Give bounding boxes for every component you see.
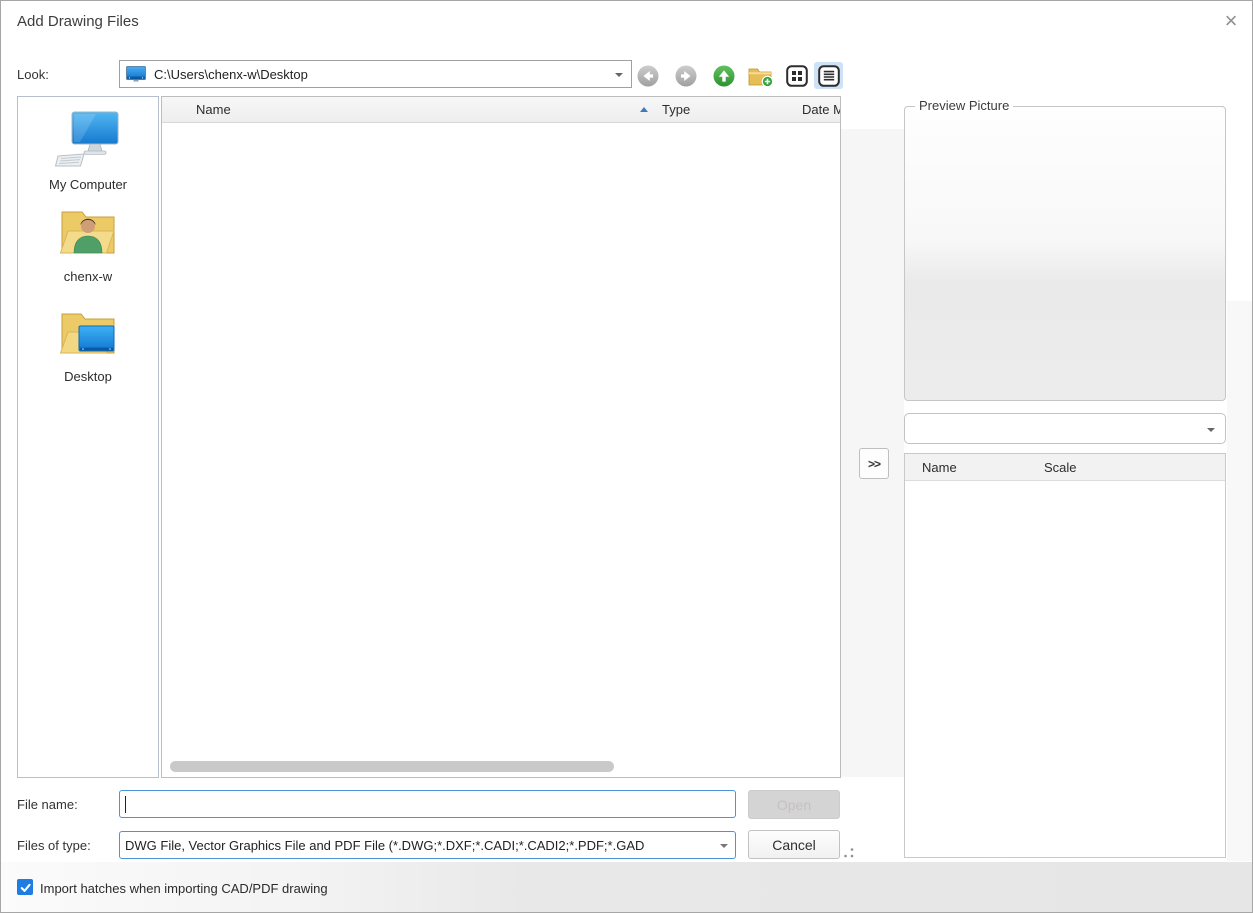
user-folder-icon: [59, 202, 117, 260]
sidebar-item-my-computer[interactable]: My Computer: [18, 110, 158, 192]
up-arrow-icon: [712, 64, 736, 88]
dropdown-arrow-icon: [1207, 428, 1215, 432]
selected-drawings-header: Name Scale: [905, 454, 1225, 481]
dialog-title: Add Drawing Files: [17, 13, 139, 30]
sidebar-item-label: My Computer: [49, 177, 127, 192]
sidebar-item-desktop[interactable]: Desktop: [18, 302, 158, 384]
close-icon[interactable]: ×: [1217, 7, 1245, 35]
list-view-icon: [817, 64, 841, 88]
list-view-button[interactable]: [814, 62, 843, 89]
forward-icon: [674, 64, 698, 88]
sidebar-item-user-folder[interactable]: chenx-w: [18, 202, 158, 284]
import-hatches-checkbox[interactable]: [17, 879, 33, 895]
files-of-type-label: Files of type:: [17, 838, 91, 853]
dropdown-arrow-icon: [720, 844, 728, 848]
dropdown-arrow-icon: [615, 73, 623, 77]
column-header-scale: Scale: [1044, 460, 1077, 475]
background-shade: [1227, 301, 1253, 861]
back-button[interactable]: [634, 62, 661, 89]
column-header-date-modified[interactable]: Date Modified: [802, 102, 841, 117]
sort-ascending-icon: [640, 107, 648, 112]
selected-drawings-list: Name Scale: [904, 453, 1226, 858]
add-drawing-files-dialog: Add Drawing Files × Look: C:\Users\chenx…: [0, 0, 1253, 913]
places-sidebar: My Computer chenx-w: [17, 96, 159, 778]
monitor-icon: [126, 66, 146, 82]
preview-picture-group: Preview Picture: [904, 106, 1226, 401]
icon-view-button[interactable]: [783, 62, 810, 89]
sidebar-item-label: Desktop: [64, 369, 112, 384]
back-icon: [636, 64, 660, 88]
import-hatches-label: Import hatches when importing CAD/PDF dr…: [40, 881, 328, 896]
column-header-type[interactable]: Type: [662, 102, 690, 117]
column-header-name[interactable]: Name: [196, 102, 231, 117]
resize-grip[interactable]: [842, 846, 855, 862]
drawing-name-combobox[interactable]: [904, 413, 1226, 444]
file-name-label: File name:: [17, 797, 78, 812]
look-label: Look:: [17, 67, 49, 82]
look-path-combobox[interactable]: C:\Users\chenx-w\Desktop: [119, 60, 632, 88]
check-icon: [19, 881, 32, 894]
cancel-button[interactable]: Cancel: [748, 830, 840, 859]
open-button[interactable]: Open: [748, 790, 840, 819]
horizontal-scrollbar-thumb[interactable]: [170, 761, 614, 772]
column-header-name: Name: [922, 460, 957, 475]
new-folder-icon: [747, 64, 773, 88]
computer-icon: [55, 110, 121, 168]
file-list: Name Type Date Modified: [161, 96, 841, 778]
current-path: C:\Users\chenx-w\Desktop: [154, 67, 308, 82]
sidebar-item-label: chenx-w: [64, 269, 112, 284]
desktop-folder-icon: [59, 302, 117, 360]
preview-picture-title: Preview Picture: [915, 98, 1013, 113]
files-of-type-value: DWG File, Vector Graphics File and PDF F…: [125, 838, 715, 853]
files-of-type-combobox[interactable]: DWG File, Vector Graphics File and PDF F…: [119, 831, 736, 859]
up-one-level-button[interactable]: [710, 62, 737, 89]
file-list-header: Name Type Date Modified: [162, 97, 840, 123]
icon-view-icon: [785, 64, 809, 88]
add-to-list-button[interactable]: >>: [859, 448, 889, 479]
new-folder-button[interactable]: [746, 62, 773, 89]
forward-button[interactable]: [672, 62, 699, 89]
file-name-input[interactable]: [119, 790, 736, 818]
